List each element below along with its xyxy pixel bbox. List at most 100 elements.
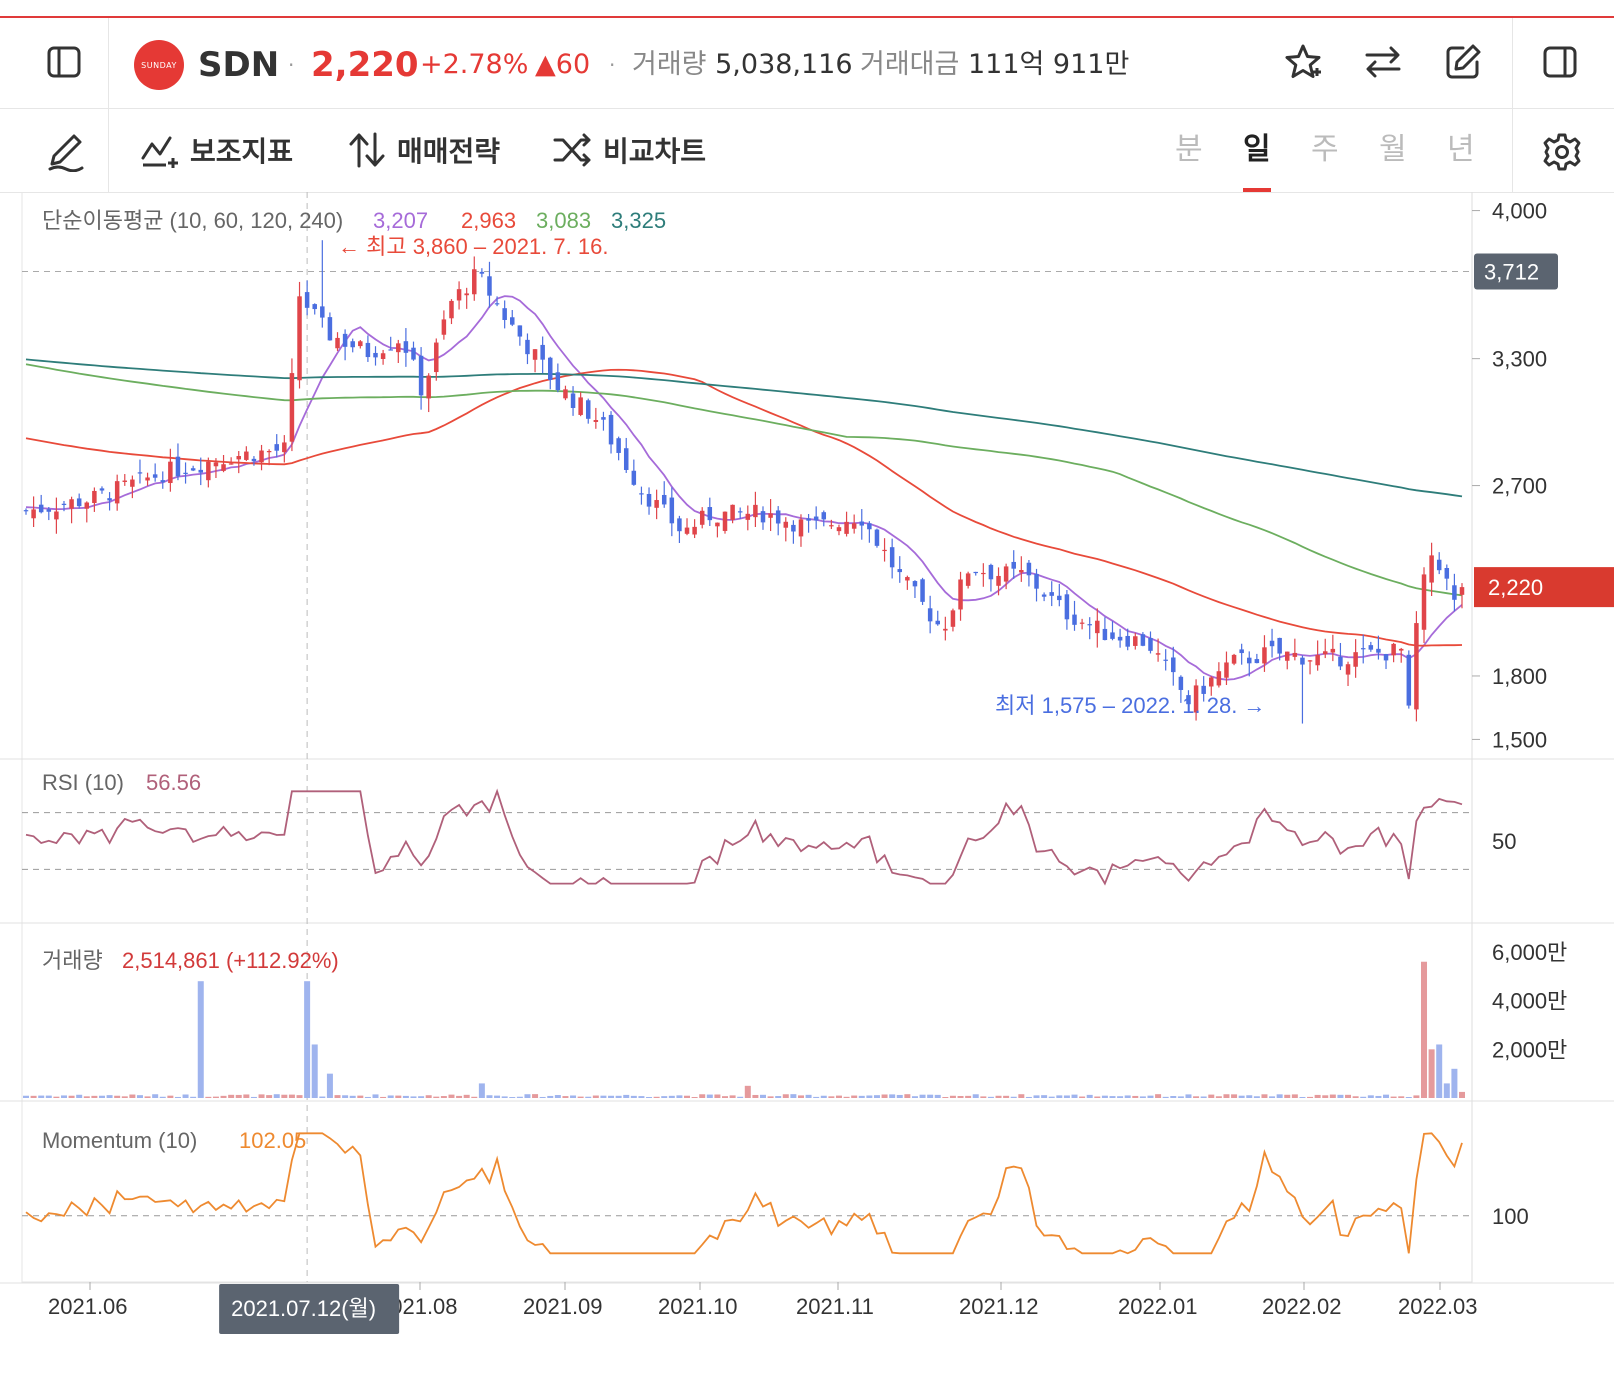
volume-bar (76, 1094, 83, 1098)
candle-body (107, 498, 112, 501)
stock-chart[interactable]: 4,000 3,300 2,700 1,800 1,500 3,712 2,220 3,207… (0, 192, 1614, 1382)
volume-bar (691, 1097, 698, 1098)
volume-bar (190, 1096, 197, 1098)
candle-body (1155, 653, 1161, 655)
pencil-icon[interactable] (44, 130, 88, 174)
ma-legend-value-1: 2,963 (461, 208, 516, 233)
volume-bar (1033, 1095, 1040, 1098)
volume-bar (273, 1094, 280, 1098)
volume-bar (919, 1094, 926, 1098)
volume-bar (501, 1096, 508, 1098)
candle-body (1338, 656, 1343, 667)
edit-icon[interactable] (1441, 40, 1485, 84)
candle-body (449, 300, 454, 319)
compare-button[interactable]: 비교차트 (553, 128, 706, 172)
ma-legend-value-3: 3,325 (611, 208, 666, 233)
volume-bar (448, 1094, 455, 1098)
settings-gear-icon[interactable] (1540, 130, 1584, 174)
volume-bar (1063, 1095, 1070, 1098)
candle-body (259, 450, 264, 463)
volume-bar (1018, 1094, 1025, 1098)
candle-body (555, 372, 561, 391)
period-month-tab[interactable]: 월 (1379, 128, 1407, 172)
volume-bar (949, 1095, 956, 1098)
ma-legend-value-0: 3,207 (373, 208, 428, 233)
volume-bar (661, 1096, 668, 1098)
volume-bar (570, 1095, 577, 1098)
volume-bar (235, 1094, 242, 1098)
candle-body (1398, 648, 1404, 651)
ma240-line (25, 358, 1463, 498)
volume-bar (1451, 1068, 1458, 1098)
volume-bar (1071, 1094, 1078, 1098)
candle-body (585, 400, 591, 419)
volume-info: 거래량 5,038,116 (632, 49, 853, 80)
candle-body (1110, 632, 1115, 639)
volume-bar (433, 1096, 440, 1098)
volume-bar (1443, 1083, 1450, 1098)
swap-icon[interactable] (1361, 40, 1405, 84)
candle-body (661, 494, 667, 505)
candle-body (1003, 566, 1009, 582)
candle-body (1262, 647, 1267, 664)
candle-body (1163, 659, 1168, 661)
sidebar-toggle-icon[interactable] (44, 42, 84, 82)
period-year-tab[interactable]: 년 (1447, 128, 1475, 172)
volume-bar (106, 1095, 113, 1098)
candle-body (996, 575, 1001, 586)
x-tick-label-5: 2021.12 (959, 1294, 1039, 1319)
candle-body (1026, 562, 1032, 576)
candle-body (1057, 595, 1062, 601)
candle-body (190, 468, 196, 471)
volume-bar (418, 1096, 425, 1098)
candle-body (601, 417, 606, 420)
candle-body (152, 474, 158, 478)
volume-bar (759, 1094, 766, 1098)
candle-body (1269, 640, 1275, 647)
candle-body (342, 333, 348, 347)
candle-body (806, 518, 811, 521)
period-minute-tab[interactable]: 분 (1175, 128, 1203, 172)
volume-bar (159, 1096, 166, 1098)
volume-bar (364, 1096, 371, 1098)
star-icon[interactable] (1281, 40, 1325, 84)
candle-body (548, 357, 553, 380)
period-week-tab[interactable]: 주 (1311, 128, 1339, 172)
indicators-button[interactable]: 보조지표 (140, 128, 293, 172)
volume-bar (676, 1095, 683, 1098)
volume-bar (220, 1095, 227, 1098)
volume-bar (1421, 961, 1428, 1098)
volume-bar (600, 1095, 607, 1098)
volume-bar (972, 1094, 979, 1098)
volume-bar (987, 1096, 994, 1098)
panel-toggle-icon[interactable] (1540, 42, 1580, 82)
volume-bar (1299, 1096, 1306, 1098)
candle-body (502, 308, 507, 320)
candle-body (965, 573, 971, 586)
candle-body (1284, 651, 1290, 661)
volume-bar (896, 1094, 903, 1098)
volume-bar (228, 1094, 235, 1098)
volume-bar (1079, 1096, 1086, 1098)
candle-body (456, 289, 462, 301)
strategy-button[interactable]: 매매전략 (347, 128, 500, 172)
rsi-tick-50: 50 (1492, 829, 1516, 854)
volume-bar (767, 1096, 774, 1098)
volume-bar (114, 1095, 121, 1098)
volume-bar (1367, 1095, 1374, 1098)
candle-body (760, 511, 766, 523)
period-day-tab[interactable]: 일 (1243, 128, 1271, 172)
y-tick-label-1: 3,300 (1492, 347, 1547, 372)
candle-body (707, 507, 713, 521)
volume-bar (45, 1095, 52, 1098)
volume-bar (1056, 1095, 1063, 1098)
candle-body (608, 414, 614, 445)
volume-bar (60, 1095, 67, 1098)
candle-body (228, 463, 234, 465)
candle-body (1247, 657, 1252, 664)
volume-bar (752, 1094, 759, 1098)
candle-body (282, 442, 287, 453)
volume-bar (1375, 1095, 1382, 1098)
volume-bar (1048, 1096, 1055, 1098)
candle-body (844, 521, 849, 534)
